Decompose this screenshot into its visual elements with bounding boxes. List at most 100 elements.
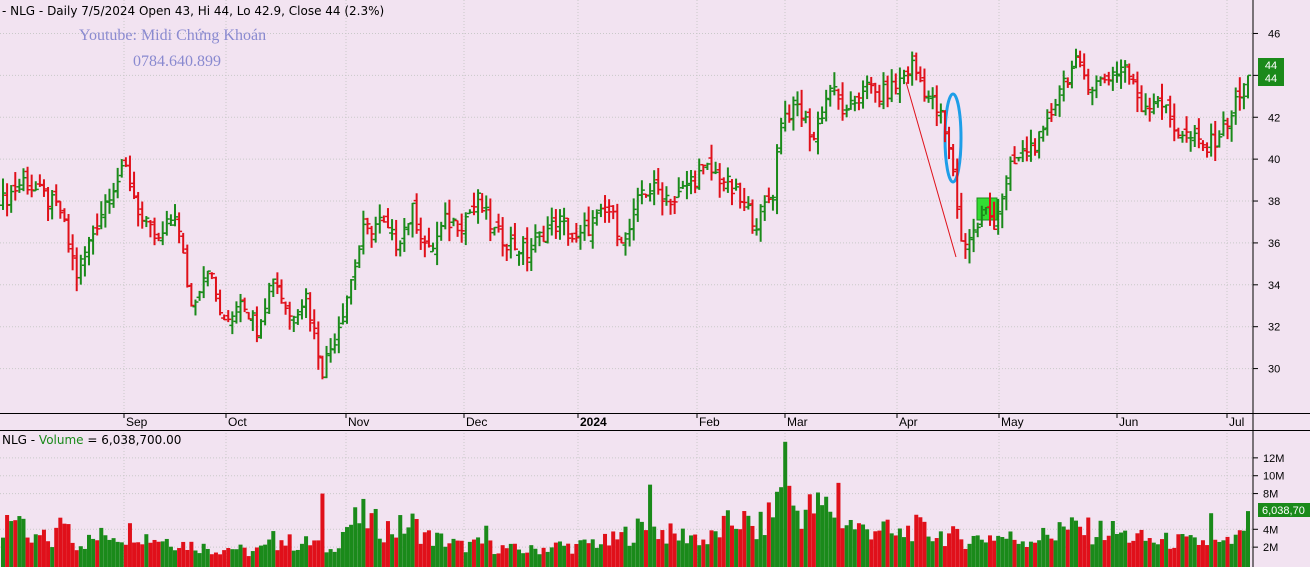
volume-bar (574, 543, 579, 567)
volume-bar (242, 547, 247, 567)
volume-bar (1225, 536, 1230, 567)
price-tick-label: 30 (1268, 364, 1280, 376)
volume-bar (615, 539, 620, 567)
volume-bar (41, 529, 46, 567)
volume-bar (627, 545, 632, 567)
volume-bar (832, 517, 837, 567)
volume-bar (1086, 517, 1091, 567)
volume-bar (1213, 539, 1218, 567)
price-tag-open: 44 (1265, 60, 1277, 72)
volume-header: NLG - Volume = 6,038,700.00 (2, 433, 181, 447)
volume-bar (738, 529, 743, 567)
volume-bar (725, 510, 730, 567)
volume-bar (164, 538, 169, 567)
volume-bar (848, 519, 853, 567)
volume-bar (680, 528, 685, 567)
volume-header-label: NLG - (2, 433, 39, 447)
volume-bar (50, 547, 55, 567)
volume-bar (103, 535, 108, 567)
volume-bar (1069, 517, 1074, 567)
volume-bar (418, 543, 423, 567)
volume-bar (639, 521, 644, 567)
volume-bar (689, 535, 694, 567)
volume-bar (664, 543, 669, 567)
volume-bar (1020, 541, 1025, 567)
volume-bar (177, 548, 182, 567)
x-tick-label: Nov (348, 415, 369, 429)
volume-bar (66, 524, 71, 567)
volume-bar (1221, 540, 1226, 567)
volume-bar (934, 538, 939, 567)
volume-bar (635, 518, 640, 567)
volume-bar (996, 535, 1001, 567)
volume-bar (603, 533, 608, 567)
volume-bar (246, 556, 251, 567)
volume-bar (447, 543, 452, 567)
volume-bar (795, 510, 800, 567)
price-tick-label: 38 (1268, 196, 1280, 208)
volume-bar (87, 534, 92, 567)
volume-bar (132, 542, 137, 567)
volume-bar (775, 491, 780, 567)
volume-bar (967, 543, 972, 567)
volume-bar (1073, 520, 1078, 567)
volume-bar (971, 535, 976, 567)
volume-bar (74, 550, 79, 567)
volume-bar (979, 539, 984, 567)
volume-bar (287, 534, 292, 567)
volume-bar (537, 554, 542, 567)
volume-bar (46, 541, 51, 567)
volume-bar (197, 553, 202, 567)
volume-header-value: = 6,038,700.00 (83, 433, 182, 447)
x-tick-label: May (1001, 415, 1024, 429)
volume-bar (1098, 520, 1103, 567)
volume-bar (901, 537, 906, 567)
volume-bar (1065, 529, 1070, 567)
volume-bar (119, 542, 124, 567)
volume-bar (316, 540, 321, 567)
volume-bar (660, 530, 665, 567)
volume-bar (1004, 538, 1009, 567)
volume-bar (623, 526, 628, 567)
volume-bar (250, 551, 255, 567)
volume-bar (807, 494, 812, 567)
volume-bar (529, 545, 534, 567)
volume-bar (582, 539, 587, 567)
volume-bar (852, 529, 857, 567)
volume-bar (922, 521, 927, 567)
volume-bar (942, 546, 947, 567)
x-tick-label: Mar (787, 415, 808, 429)
volume-bar (70, 542, 75, 567)
volume-bar (1237, 530, 1242, 567)
volume-bar (631, 542, 636, 567)
volume-bar (9, 521, 14, 567)
volume-bar (517, 549, 522, 567)
volume-bar (1049, 538, 1054, 567)
volume-bar (349, 524, 354, 567)
volume-bar (987, 535, 992, 567)
volume-bar (611, 531, 616, 567)
price-tick-label: 46 (1268, 28, 1280, 40)
volume-bar (295, 549, 300, 567)
volume-bar (299, 543, 304, 567)
volume-bar (762, 535, 767, 567)
volume-bar (21, 518, 26, 567)
volume-bar (713, 531, 718, 567)
volume-bar (304, 536, 309, 567)
volume-bar (598, 544, 603, 567)
volume-bar (451, 538, 456, 567)
volume-bar (439, 533, 444, 567)
volume-bar (861, 524, 866, 567)
volume-bar (500, 545, 505, 567)
volume-bar (652, 526, 657, 567)
volume-bar (541, 547, 546, 567)
volume-bar (193, 550, 198, 567)
volume-bar (1000, 537, 1005, 567)
volume-bar (484, 525, 489, 567)
volume-bar (1114, 533, 1119, 567)
x-tick-label: Jun (1119, 415, 1138, 429)
volume-bar (435, 532, 440, 567)
volume-bar (746, 515, 751, 567)
stock-chart[interactable]: Sep Oct Nov Dec 2024 Feb Mar Apr May Jun Jul 30 32 3… (0, 0, 1310, 567)
volume-bar (881, 521, 886, 567)
